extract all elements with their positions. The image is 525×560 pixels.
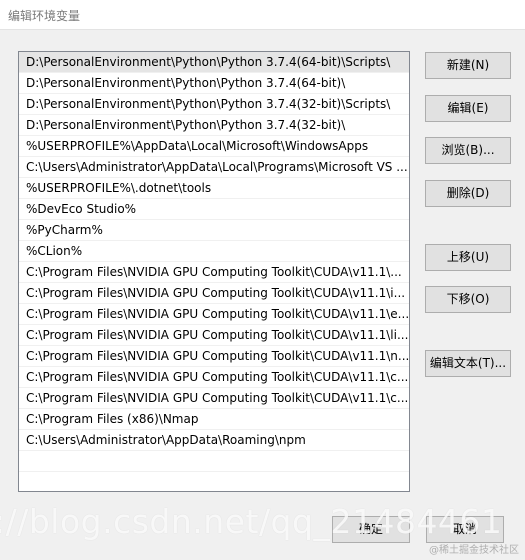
list-item[interactable]: D:\PersonalEnvironment\Python\Python 3.7… bbox=[19, 94, 409, 115]
window-title: 编辑环境变量 bbox=[8, 9, 81, 23]
juejin-watermark: @稀土掘金技术社区 bbox=[429, 545, 519, 556]
list-item[interactable]: C:\Program Files\NVIDIA GPU Computing To… bbox=[19, 262, 409, 283]
cancel-button[interactable]: 取消 bbox=[426, 516, 504, 543]
list-item[interactable]: D:\PersonalEnvironment\Python\Python 3.7… bbox=[19, 115, 409, 136]
edit-text-button[interactable]: 编辑文本(T)... bbox=[425, 350, 511, 377]
list-item[interactable]: C:\Users\Administrator\AppData\Roaming\n… bbox=[19, 430, 409, 451]
new-button[interactable]: 新建(N) bbox=[425, 52, 511, 79]
list-item[interactable]: %USERPROFILE%\AppData\Local\Microsoft\Wi… bbox=[19, 136, 409, 157]
list-item[interactable]: D:\PersonalEnvironment\Python\Python 3.7… bbox=[19, 52, 409, 73]
list-item[interactable]: D:\PersonalEnvironment\Python\Python 3.7… bbox=[19, 73, 409, 94]
title-bar: 编辑环境变量 bbox=[0, 0, 525, 30]
empty-list-row[interactable] bbox=[19, 451, 409, 472]
list-item[interactable]: %PyCharm% bbox=[19, 220, 409, 241]
move-up-button[interactable]: 上移(U) bbox=[425, 244, 511, 271]
list-item[interactable]: C:\Program Files\NVIDIA GPU Computing To… bbox=[19, 283, 409, 304]
list-item[interactable]: %USERPROFILE%\.dotnet\tools bbox=[19, 178, 409, 199]
list-item[interactable]: %DevEco Studio% bbox=[19, 199, 409, 220]
list-item[interactable]: C:\Program Files (x86)\Nmap bbox=[19, 409, 409, 430]
list-item[interactable]: C:\Program Files\NVIDIA GPU Computing To… bbox=[19, 388, 409, 409]
list-item[interactable]: C:\Program Files\NVIDIA GPU Computing To… bbox=[19, 325, 409, 346]
list-item[interactable]: C:\Program Files\NVIDIA GPU Computing To… bbox=[19, 367, 409, 388]
ok-button[interactable]: 确定 bbox=[332, 516, 410, 543]
list-item[interactable]: C:\Users\Administrator\AppData\Local\Pro… bbox=[19, 157, 409, 178]
browse-button[interactable]: 浏览(B)... bbox=[425, 137, 511, 164]
move-down-button[interactable]: 下移(O) bbox=[425, 286, 511, 313]
delete-button[interactable]: 删除(D) bbox=[425, 180, 511, 207]
list-item[interactable]: C:\Program Files\NVIDIA GPU Computing To… bbox=[19, 304, 409, 325]
list-item[interactable]: %CLion% bbox=[19, 241, 409, 262]
list-item[interactable]: C:\Program Files\NVIDIA GPU Computing To… bbox=[19, 346, 409, 367]
edit-button[interactable]: 编辑(E) bbox=[425, 95, 511, 122]
path-list[interactable]: D:\PersonalEnvironment\Python\Python 3.7… bbox=[18, 51, 410, 492]
